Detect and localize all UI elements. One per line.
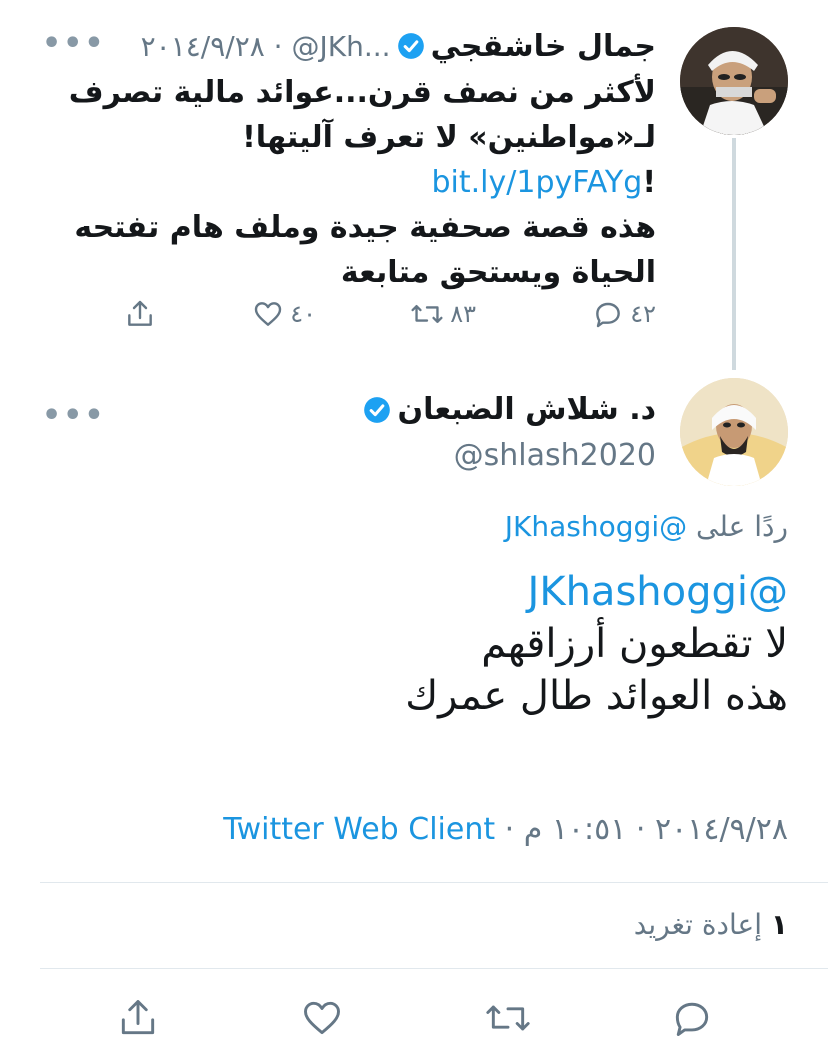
focused-action-bar xyxy=(0,996,828,1044)
replying-to-line: ردًا على @JKhashoggi xyxy=(505,510,788,543)
like-icon[interactable] xyxy=(300,996,344,1040)
focused-tweet-text: @JKhashoggi لا تقطعون أرزاقهم هذه العوائ… xyxy=(40,566,788,722)
retweet-icon xyxy=(411,304,443,324)
focused-tweet-header: د. شلاش الضبعان xyxy=(357,392,656,427)
parent-share-button[interactable] xyxy=(124,298,156,330)
parent-reply-count: ٤٢ xyxy=(630,300,656,328)
parent-like-count: ٤٠ xyxy=(290,300,316,328)
tweet-client-link[interactable]: Twitter Web Client xyxy=(223,812,495,847)
focused-author-handle[interactable]: @shlash2020 xyxy=(454,438,656,473)
parent-reply-button[interactable]: ٤٢ xyxy=(592,298,656,330)
more-options-icon[interactable]: ••• xyxy=(42,398,106,433)
parent-retweet-button[interactable]: ٨٣ xyxy=(410,298,476,330)
thread-connector-line xyxy=(732,138,736,370)
avatar-photo xyxy=(680,378,788,486)
retweet-label: إعادة تغريد xyxy=(633,908,762,941)
avatar-shlash[interactable] xyxy=(680,378,788,486)
retweet-stats[interactable]: ١ إعادة تغريد xyxy=(634,908,788,941)
retweet-count: ١ xyxy=(770,908,788,941)
reply-icon[interactable] xyxy=(670,996,714,1040)
tweet-mention[interactable]: @JKhashoggi xyxy=(40,566,788,618)
parent-handle-date[interactable]: ٢٠١٤/٩/٢٨ · @JKh... xyxy=(141,30,391,63)
reply-icon xyxy=(596,302,621,328)
parent-action-bar: ٤٢ ٨٣ ٤٠ xyxy=(116,298,656,338)
focused-text-line: هذه العوائد طال عمرك xyxy=(405,673,788,719)
divider xyxy=(40,968,828,969)
parent-text-line: الحياة ويستحق متابعة xyxy=(340,255,656,290)
parent-retweet-count: ٨٣ xyxy=(450,300,476,328)
verified-badge-icon xyxy=(364,396,391,423)
parent-text-line: لأكثر من نصف قرن...عوائد مالية تصرف xyxy=(68,75,656,110)
share-icon[interactable] xyxy=(116,996,160,1040)
retweet-icon[interactable] xyxy=(484,996,532,1040)
parent-text-line: لـ«مواطنين» لا تعرف آليتها! xyxy=(242,120,656,155)
parent-author-name[interactable]: جمال خاشقجي xyxy=(431,29,656,64)
tweet-timestamp: ٢٠١٤/٩/٢٨ · ١٠:٥١ م · Twitter Web Client xyxy=(223,812,788,847)
parent-text-line-link: !bit.ly/1pyFAYg xyxy=(86,160,656,205)
timestamp-text[interactable]: ٢٠١٤/٩/٢٨ · ١٠:٥١ م · xyxy=(495,812,788,847)
like-icon xyxy=(255,302,282,326)
parent-tweet-text: لأكثر من نصف قرن...عوائد مالية تصرف لـ«م… xyxy=(68,70,656,295)
avatar-jamal[interactable] xyxy=(680,27,788,135)
parent-tweet-header: جمال خاشقجي ٢٠١٤/٩/٢٨ · @JKh... xyxy=(141,26,656,66)
share-icon xyxy=(128,300,152,326)
parent-link-suffix: ! xyxy=(642,165,656,200)
replying-prefix: ردًا على xyxy=(696,510,788,543)
replying-to-mention[interactable]: @JKhashoggi xyxy=(505,510,687,543)
focused-text-line: لا تقطعون أرزاقهم xyxy=(481,621,788,667)
verified-badge-icon xyxy=(397,33,424,59)
divider xyxy=(40,882,828,883)
more-options-icon[interactable]: ••• xyxy=(42,26,106,61)
parent-text-line: هذه قصة صحفية جيدة وملف هام تفتحه xyxy=(74,210,656,245)
focused-author-name[interactable]: د. شلاش الضبعان xyxy=(397,392,656,427)
parent-tweet-link[interactable]: bit.ly/1pyFAYg xyxy=(431,165,642,200)
avatar-photo xyxy=(680,27,788,135)
parent-like-button[interactable]: ٤٠ xyxy=(252,298,316,330)
